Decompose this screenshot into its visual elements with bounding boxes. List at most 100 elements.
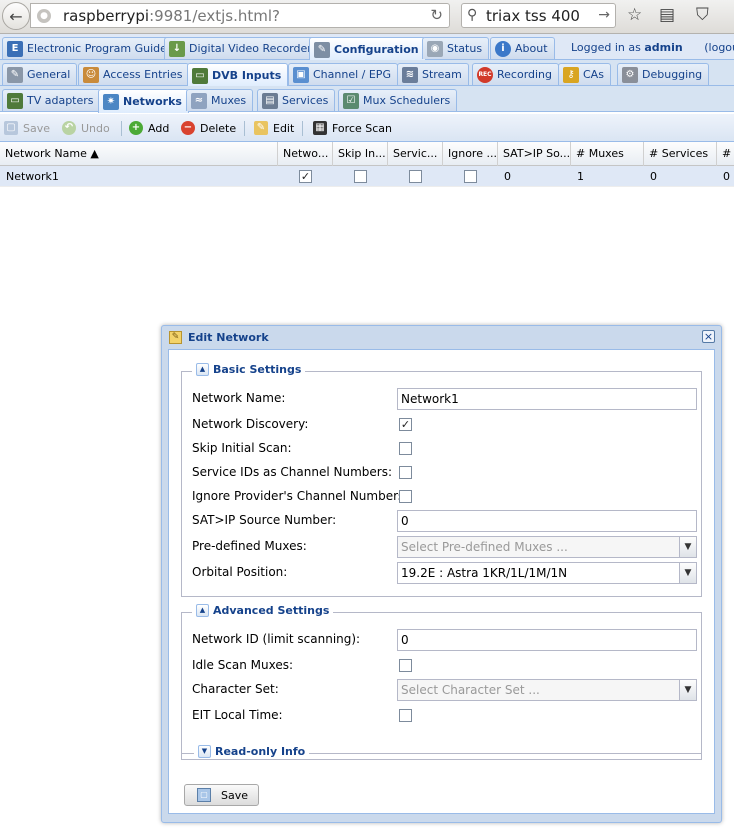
chevron-down-icon[interactable]: ▼ (679, 680, 696, 700)
tab-channel-epg[interactable]: ▣ Channel / EPG (288, 63, 398, 85)
delete-button[interactable]: − Delete (181, 121, 236, 135)
search-bar[interactable]: ⚲ triax tss 400 → (461, 3, 616, 28)
login-user: admin (644, 41, 683, 54)
tab-tv-adapters[interactable]: ▭ TV adapters (2, 89, 101, 111)
edit-button[interactable]: ✎ Edit (254, 121, 294, 135)
login-prefix: Logged in as (571, 41, 641, 54)
column-header-services[interactable]: # Services (644, 142, 717, 166)
save-button[interactable]: ▢ Save (4, 121, 50, 135)
tab-cas[interactable]: ⚷ CAs (558, 63, 611, 85)
tab-access-entries[interactable]: ☺ Access Entries (78, 63, 190, 85)
cell-services: 0 (650, 170, 657, 183)
network-id-input[interactable]: 0 (397, 629, 697, 651)
bookmark-star-icon[interactable]: ☆ (627, 5, 642, 25)
delete-label: Delete (200, 121, 237, 135)
predefined-muxes-combo[interactable]: Select Pre-defined Muxes ... ▼ (397, 536, 697, 558)
force-scan-label: Force Scan (332, 121, 393, 135)
dialog-header[interactable]: ✎ Edit Network (162, 326, 721, 348)
satip-input[interactable]: 0 (397, 510, 697, 532)
tab-label: DVB Inputs (212, 69, 282, 82)
edit-label: Edit (273, 121, 295, 135)
tab-services[interactable]: ▤ Services (257, 89, 336, 111)
service-ids-checkbox[interactable] (399, 466, 412, 479)
back-button[interactable]: ← (2, 2, 30, 30)
tab-general[interactable]: ✎ General (2, 63, 78, 85)
tab-label: About (515, 42, 548, 55)
tab-dvb-inputs[interactable]: ▭ DVB Inputs (187, 63, 289, 87)
network-discovery-checkbox[interactable]: ✓ (399, 418, 412, 431)
chevron-down-icon[interactable]: ▼ (679, 563, 696, 583)
collapse-up-icon[interactable]: ▲ (196, 604, 209, 617)
edit-network-dialog: ✎ Edit Network × ▲ Basic Settings Network… (161, 325, 722, 823)
tab-label: Access Entries (103, 68, 183, 81)
legend-label: Read-only Info (215, 745, 306, 758)
wrench-icon: ✎ (314, 41, 330, 58)
save-icon: ▢ (4, 121, 18, 135)
tab-recording[interactable]: REC Recording (472, 63, 560, 85)
search-go-icon[interactable]: → (598, 7, 610, 23)
orbital-position-label: Orbital Position: (192, 565, 288, 579)
orbital-position-value: 19.2E : Astra 1KR/1L/1M/1N (401, 566, 568, 580)
tab-about[interactable]: i About (490, 37, 555, 59)
idle-scan-checkbox[interactable] (399, 659, 412, 672)
column-header-muxes[interactable]: # Muxes (571, 142, 644, 166)
tab-status[interactable]: ◉ Status (422, 37, 490, 59)
reading-list-icon[interactable]: ▤ (659, 5, 675, 25)
eit-local-time-label: EIT Local Time: (192, 708, 283, 722)
eit-local-time-checkbox[interactable] (399, 709, 412, 722)
ignore-provider-checkbox[interactable] (399, 490, 412, 503)
toolbar-separator (244, 121, 245, 136)
legend-label: Advanced Settings (213, 604, 330, 617)
url-bar[interactable]: ● raspberrypi:9981/extjs.html? ↻ (30, 3, 450, 28)
cell-network-discovery-checkbox[interactable]: ✓ (299, 170, 312, 183)
cell-ignore-provider-checkbox[interactable] (464, 170, 477, 183)
tab-stream[interactable]: ≋ Stream (397, 63, 469, 85)
tab-label: Digital Video Recorder (189, 42, 312, 55)
tab-muxes[interactable]: ≈ Muxes (186, 89, 254, 111)
undo-button[interactable]: ↶ Undo (62, 121, 110, 135)
charset-combo[interactable]: Select Character Set ... ▼ (397, 679, 697, 701)
close-icon[interactable]: × (702, 330, 715, 343)
tab-mux-schedulers[interactable]: ☑ Mux Schedulers (338, 89, 458, 111)
column-header-network-name[interactable]: Network Name ▲ (0, 142, 278, 166)
table-row[interactable]: Network1 ✓ 0 1 0 0 (0, 166, 734, 187)
orbital-position-combo[interactable]: 19.2E : Astra 1KR/1L/1M/1N ▼ (397, 562, 697, 584)
reload-icon[interactable]: ↻ (430, 6, 443, 24)
chevron-down-icon[interactable]: ▼ (679, 537, 696, 557)
cell-service-ids-checkbox[interactable] (409, 170, 422, 183)
tab-debugging[interactable]: ⚙ Debugging (617, 63, 710, 85)
tab-configuration[interactable]: ✎ Configuration (309, 37, 426, 61)
tab-dvr[interactable]: ↓ Digital Video Recorder (164, 37, 319, 59)
column-header-service-ids[interactable]: Servic... (388, 142, 443, 166)
edit-icon: ✎ (169, 330, 182, 344)
dialog-body: ▲ Basic Settings Network Name: Network1 N… (168, 349, 715, 814)
readonly-info-legend[interactable]: ▼ Read-only Info (194, 745, 310, 758)
tab-epg[interactable]: E Electronic Program Guide (2, 37, 174, 59)
force-scan-button[interactable]: ▦ Force Scan (313, 121, 392, 135)
search-icon: ⚲ (467, 7, 478, 23)
network-name-input[interactable]: Network1 (397, 388, 697, 410)
column-header-extra[interactable]: # I (717, 142, 734, 166)
scheduler-icon: ☑ (343, 92, 359, 109)
basic-settings-legend[interactable]: ▲ Basic Settings (192, 363, 306, 376)
expand-down-icon[interactable]: ▼ (198, 745, 211, 758)
skip-initial-checkbox[interactable] (399, 442, 412, 455)
config-tab-bar: ✎ General ☺ Access Entries ▭ DVB Inputs ▣ Ch… (0, 60, 734, 87)
key-icon: ⚷ (563, 66, 579, 83)
cell-skip-initial-checkbox[interactable] (354, 170, 367, 183)
column-header-satip[interactable]: SAT>IP So... (498, 142, 571, 166)
url-host: raspberrypi (63, 7, 150, 25)
dialog-save-button[interactable]: ▢ Save (184, 784, 259, 806)
column-header-ignore-provider[interactable]: Ignore ... (443, 142, 498, 166)
column-header-network-discovery[interactable]: Netwo... (278, 142, 333, 166)
globe-icon: ● (37, 9, 51, 23)
advanced-settings-legend[interactable]: ▲ Advanced Settings (192, 604, 334, 617)
column-header-skip-initial[interactable]: Skip In... (333, 142, 388, 166)
pocket-icon[interactable]: ⛉ (696, 5, 709, 25)
tab-label: Channel / EPG (313, 68, 391, 81)
collapse-up-icon[interactable]: ▲ (196, 363, 209, 376)
tab-label: Status (447, 42, 483, 55)
tab-networks[interactable]: ✷ Networks (98, 89, 189, 113)
add-button[interactable]: + Add (129, 121, 169, 135)
logout-link[interactable]: (logout) (704, 41, 734, 54)
